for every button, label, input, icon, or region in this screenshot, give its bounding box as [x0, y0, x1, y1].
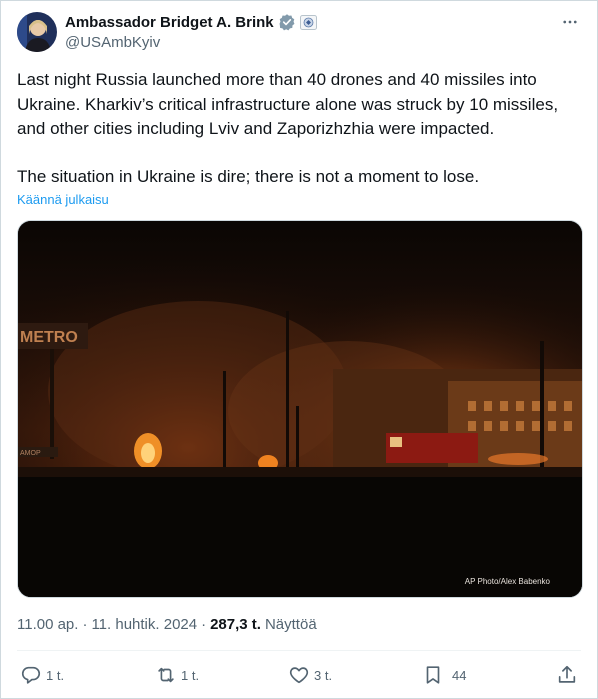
affiliation-seal-icon[interactable]	[299, 14, 317, 30]
author-handle[interactable]: @USAmbKyiv	[65, 34, 317, 51]
tweet-time[interactable]: 11.00 ap.	[17, 616, 78, 633]
more-icon[interactable]	[560, 12, 580, 32]
views-count: 287,3 t.	[210, 616, 261, 633]
share-button[interactable]	[556, 663, 578, 687]
avatar[interactable]	[17, 12, 57, 52]
meta-separator: ·	[82, 616, 88, 633]
tweet-text: Last night Russia launched more than 40 …	[17, 68, 583, 189]
repost-button[interactable]: 1 t.	[155, 663, 199, 687]
bookmark-button[interactable]: 44	[422, 663, 466, 687]
meta-separator: ·	[201, 616, 207, 633]
tweet-paragraph: The situation in Ukraine is dire; there …	[17, 166, 480, 186]
shop-sign: АМОР	[20, 450, 41, 457]
repost-count: 1 t.	[181, 667, 200, 683]
bookmark-icon	[426, 666, 440, 684]
action-bar: 1 t. 1 t. 3 t. 44	[17, 663, 583, 687]
repost-icon	[158, 667, 174, 683]
reply-icon	[21, 666, 41, 684]
reply-count: 1 t.	[46, 667, 65, 683]
photo-credit: AP Photo/Alex Babenko	[464, 577, 550, 586]
author-name[interactable]: Ambassador Bridget A. Brink	[65, 14, 274, 31]
tweet-photo[interactable]: METRO АМОР AP Photo/Alex Babenko	[17, 220, 583, 598]
tweet-date[interactable]: 11. huhtik. 2024	[91, 616, 197, 633]
share-icon	[558, 665, 576, 683]
metro-sign: METRO	[20, 329, 78, 346]
divider	[17, 650, 581, 651]
tweet-paragraph: Last night Russia launched more than 40 …	[17, 70, 559, 138]
views-label: Näyttöä	[264, 616, 317, 633]
translate-link[interactable]: Käännä julkaisu	[17, 192, 109, 207]
tweet-meta: 11.00 ap. · 11. huhtik. 2024 · 287,3 t. …	[17, 616, 317, 633]
author-header: Ambassador Bridget A. Brink @USAmbKyiv	[65, 12, 317, 51]
bookmark-count: 44	[452, 667, 467, 683]
like-button[interactable]: 3 t.	[288, 663, 332, 687]
like-count: 3 t.	[314, 667, 333, 683]
verified-badge-icon[interactable]	[278, 13, 296, 31]
reply-button[interactable]: 1 t.	[20, 663, 64, 687]
like-icon	[289, 667, 309, 684]
photo-scene: METRO АМОР	[18, 221, 582, 597]
